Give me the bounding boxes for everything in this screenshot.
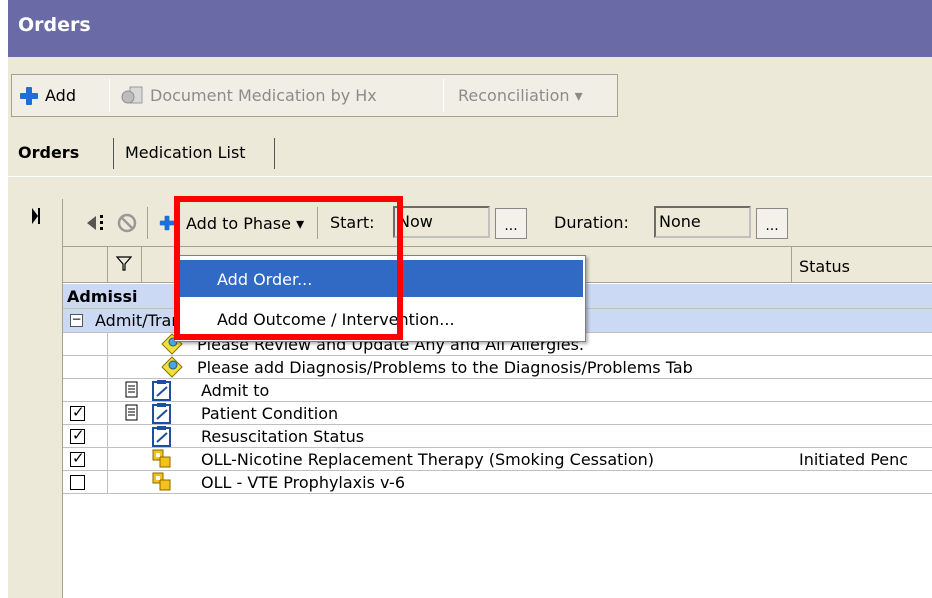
- order-status: Initiated Penc: [799, 450, 909, 469]
- duration-picker-button[interactable]: ...: [756, 208, 788, 239]
- orders-title-bar: Orders: [8, 0, 932, 57]
- plus-icon: [20, 86, 38, 105]
- order-name: Admit to: [201, 381, 270, 400]
- highlight-callout: [174, 196, 403, 340]
- start-field[interactable]: Now: [393, 206, 490, 238]
- order-clipboard-icon: [152, 426, 171, 447]
- table-row[interactable]: Admit to: [63, 379, 932, 402]
- table-row[interactable]: OLL-Nicotine Replacement Therapy (Smokin…: [63, 448, 932, 471]
- table-row[interactable]: OLL - VTE Prophylaxis v-6: [63, 471, 932, 494]
- reconciliation-dropdown[interactable]: Reconciliation ▾: [458, 75, 583, 116]
- row-checkbox[interactable]: [70, 426, 85, 444]
- duration-label: Duration:: [554, 213, 629, 232]
- table-row[interactable]: Patient Condition: [63, 402, 932, 425]
- add-button[interactable]: Add: [20, 75, 76, 116]
- row-checkbox[interactable]: [70, 449, 85, 467]
- order-name: Resuscitation Status: [201, 427, 365, 446]
- order-name: OLL - VTE Prophylaxis v-6: [201, 473, 406, 492]
- order-set-icon: [152, 449, 171, 468]
- tab-orders[interactable]: Orders: [18, 143, 79, 162]
- document-medication-label: Document Medication by Hx: [150, 86, 377, 105]
- table-row[interactable]: Resuscitation Status: [63, 425, 932, 448]
- order-name: Patient Condition: [201, 404, 339, 423]
- table-row[interactable]: Please add Diagnosis/Problems to the Dia…: [63, 356, 932, 379]
- order-details-icon[interactable]: [121, 403, 143, 425]
- orders-toolbar: Add Document Medication by Hx Reconcilia…: [11, 74, 618, 117]
- reconciliation-label: Reconciliation ▾: [458, 86, 583, 105]
- plus-icon: [159, 215, 175, 231]
- row-checkbox[interactable]: [70, 475, 85, 490]
- order-name: Please add Diagnosis/Problems to the Dia…: [197, 358, 693, 377]
- order-details-icon[interactable]: [121, 380, 143, 402]
- row-checkbox[interactable]: [70, 403, 85, 421]
- order-set-icon: [152, 472, 171, 491]
- window-title: Orders: [18, 14, 91, 36]
- collapse-icon[interactable]: −: [70, 313, 83, 327]
- filter-icon[interactable]: [116, 256, 132, 272]
- document-medication-icon: [121, 86, 143, 103]
- duration-field[interactable]: None: [654, 206, 751, 238]
- tab-medication-list[interactable]: Medication List: [125, 143, 246, 162]
- cancel-icon[interactable]: [116, 212, 138, 234]
- column-status-header[interactable]: Status: [799, 257, 850, 276]
- section-title: Admissi: [67, 287, 138, 306]
- document-medication-button[interactable]: Document Medication by Hx: [120, 75, 377, 116]
- start-picker-button[interactable]: ...: [495, 208, 527, 239]
- reminder-icon: [161, 356, 183, 378]
- add-button-label: Add: [45, 86, 76, 105]
- order-name: OLL-Nicotine Replacement Therapy (Smokin…: [201, 450, 655, 469]
- order-clipboard-icon: [152, 403, 171, 424]
- select-tool-icon[interactable]: [85, 212, 107, 234]
- order-clipboard-icon: [152, 380, 171, 401]
- expand-panel-icon[interactable]: [32, 206, 40, 226]
